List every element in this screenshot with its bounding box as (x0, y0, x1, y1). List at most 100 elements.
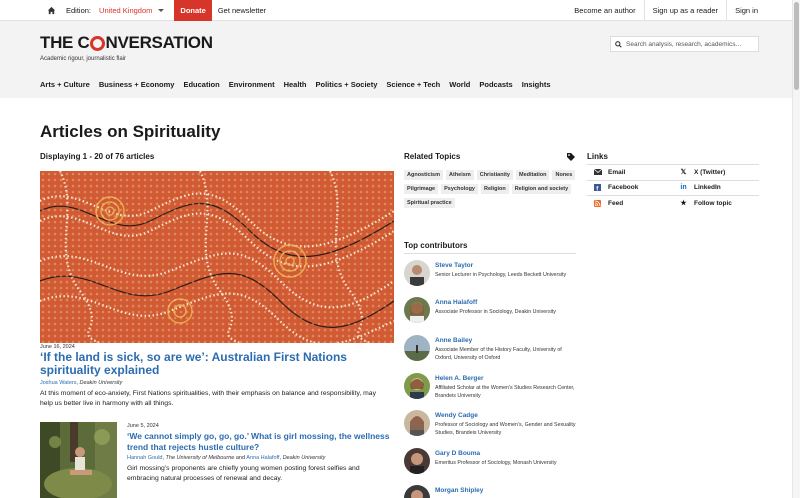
facebook-link[interactable]: f Facebook (587, 183, 673, 192)
contributor-name[interactable]: Gary D Bouma (435, 450, 556, 457)
contributor-item[interactable]: Morgan Shipley (404, 485, 576, 498)
page-scrollbar[interactable] (792, 0, 800, 498)
avatar (404, 448, 430, 474)
star-icon: ★ (680, 200, 687, 208)
contributor-role: Senior Lecturer in Psychology, Leeds Bec… (435, 272, 567, 278)
contributor-name[interactable]: Wendy Cadge (435, 412, 576, 419)
nav-item-education[interactable]: Education (183, 80, 219, 89)
email-label: Email (608, 168, 626, 176)
contributor-name[interactable]: Morgan Shipley (435, 487, 483, 494)
topic-tags: Agnosticism Atheism Christianity Meditat… (404, 170, 576, 208)
contributor-name[interactable]: Helen A. Berger (435, 375, 576, 382)
follow-topic-link[interactable]: ★ Follow topic (673, 199, 759, 208)
topic-tag[interactable]: Nones (552, 170, 576, 180)
topic-tag[interactable]: Psychology (441, 184, 478, 194)
article-headline[interactable]: ‘If the land is sick, so are we’: Austra… (40, 351, 390, 377)
follow-topic-label: Follow topic (694, 199, 732, 207)
site-logo[interactable]: THE C NVERSATION (40, 33, 213, 53)
nav-item-health[interactable]: Health (284, 80, 307, 89)
author-link[interactable]: Anna Halafoff (246, 455, 279, 461)
edition-value: United Kingdom (99, 5, 153, 15)
related-topics-title: Related Topics (404, 152, 461, 161)
topic-tag[interactable]: Agnosticism (404, 170, 444, 180)
signup-link[interactable]: Sign up as a reader (643, 0, 726, 21)
topic-tag[interactable]: Pilgrimage (404, 184, 439, 194)
avatar (404, 485, 430, 498)
signin-link[interactable]: Sign in (726, 0, 766, 21)
nav-item-environment[interactable]: Environment (229, 80, 275, 89)
nav-item-politics-society[interactable]: Politics + Society (316, 80, 378, 89)
contributor-item[interactable]: Wendy Cadge Professor of Sociology and Wo… (404, 410, 576, 437)
article-hero-image[interactable] (40, 171, 394, 343)
contributor-name[interactable]: Steve Taylor (435, 262, 566, 269)
results-count: Displaying 1 - 20 of 76 articles (40, 152, 155, 161)
avatar (404, 260, 430, 286)
nav-item-podcasts[interactable]: Podcasts (479, 80, 512, 89)
contributor-item[interactable]: Gary D Bouma Emeritus Professor of Sociol… (404, 448, 576, 474)
links-heading: Links (587, 152, 608, 161)
feed-link[interactable]: Feed (587, 199, 673, 208)
x-twitter-link[interactable]: 𝕏 X (Twitter) (673, 168, 759, 177)
become-author-link[interactable]: Become an author (566, 0, 643, 21)
tagline: Academic rigour, journalistic flair (40, 56, 127, 62)
contributor-role: Professor of Sociology and Women’s, Gend… (435, 422, 576, 436)
edition-label: Edition: (66, 5, 92, 15)
byline-and: and (235, 455, 246, 461)
topic-tag[interactable]: Religion and society (511, 184, 572, 194)
contributor-role: Associate Professor in Sociology, Deakin… (435, 309, 556, 315)
logo-text-right: NVERSATION (105, 33, 214, 52)
topic-tag[interactable]: Meditation (515, 170, 550, 180)
page-title: Articles on Spirituality (40, 122, 221, 141)
topic-tag[interactable]: Atheism (446, 170, 474, 180)
contributor-item[interactable]: Anne Bailey Associate Member of the Histo… (404, 335, 576, 362)
rss-feed-icon (593, 199, 602, 208)
article-byline: Hannah Gould, The University of Melbourn… (127, 455, 326, 461)
donate-button[interactable]: Donate (174, 0, 212, 21)
author-link[interactable]: Hannah Gould (127, 455, 162, 461)
x-twitter-icon: 𝕏 (680, 169, 687, 177)
contributor-name[interactable]: Anna Halafoff (435, 299, 556, 306)
article-headline[interactable]: ‘We cannot simply go, go, go.’ What is g… (127, 431, 393, 452)
article-date: June 5, 2024 (127, 423, 159, 429)
nav-item-insights[interactable]: Insights (522, 80, 551, 89)
email-link[interactable]: Email (587, 168, 673, 177)
links-grid: Email 𝕏 X (Twitter) f Facebook in Linked… (587, 164, 759, 211)
top-contributors-heading: Top contributors (404, 241, 576, 254)
author-institution: Deakin University (282, 455, 326, 461)
nav-item-science-tech[interactable]: Science + Tech (386, 80, 440, 89)
contributor-item[interactable]: Anna Halafoff Associate Professor in Soci… (404, 297, 576, 323)
contributor-item[interactable]: Helen A. Berger Affiliated Scholar at the… (404, 373, 576, 400)
contributor-role: Affiliated Scholar at the Women's Studie… (435, 385, 575, 399)
nav-item-world[interactable]: World (449, 80, 470, 89)
author-institution: Deakin University (79, 380, 123, 386)
nav-item-arts-culture[interactable]: Arts + Culture (40, 80, 90, 89)
search-input[interactable]: Search analysis, research, academics… (610, 36, 759, 52)
x-twitter-label: X (Twitter) (694, 168, 726, 176)
edition-select[interactable]: United Kingdom (99, 5, 165, 15)
author-link[interactable]: Joshua Waters (40, 380, 76, 386)
related-topics-heading: Related Topics (404, 152, 576, 162)
search-icon (615, 40, 622, 48)
contributor-name[interactable]: Anne Bailey (435, 337, 576, 344)
home-icon[interactable] (42, 0, 60, 21)
article-thumbnail[interactable] (40, 422, 117, 498)
linkedin-link[interactable]: in LinkedIn (673, 183, 759, 192)
logo-text-left: THE C (40, 33, 90, 52)
avatar (404, 335, 430, 361)
nav-item-business-economy[interactable]: Business + Economy (99, 80, 175, 89)
linkedin-label: LinkedIn (694, 184, 721, 192)
topic-tag[interactable]: Spiritual practice (404, 198, 455, 208)
article-summary: Girl mossing’s proponents are chiefly yo… (127, 465, 360, 482)
avatar (404, 410, 430, 436)
contributor-role: Associate Member of the History Faculty,… (435, 347, 562, 361)
article-item: June 16, 2024 ‘If the land is sick, so a… (40, 344, 390, 408)
chevron-down-icon (158, 8, 165, 12)
top-bar: Edition: United Kingdom Donate Get newsl… (0, 0, 800, 21)
contributor-item[interactable]: Steve Taylor Senior Lecturer in Psycholog… (404, 260, 576, 286)
newsletter-link[interactable]: Get newsletter (218, 6, 266, 15)
logo-o-icon (90, 35, 106, 51)
avatar (404, 297, 430, 323)
topic-tag[interactable]: Christianity (476, 170, 513, 180)
topic-tag[interactable]: Religion (481, 184, 509, 194)
scrollbar-thumb[interactable] (794, 2, 799, 90)
